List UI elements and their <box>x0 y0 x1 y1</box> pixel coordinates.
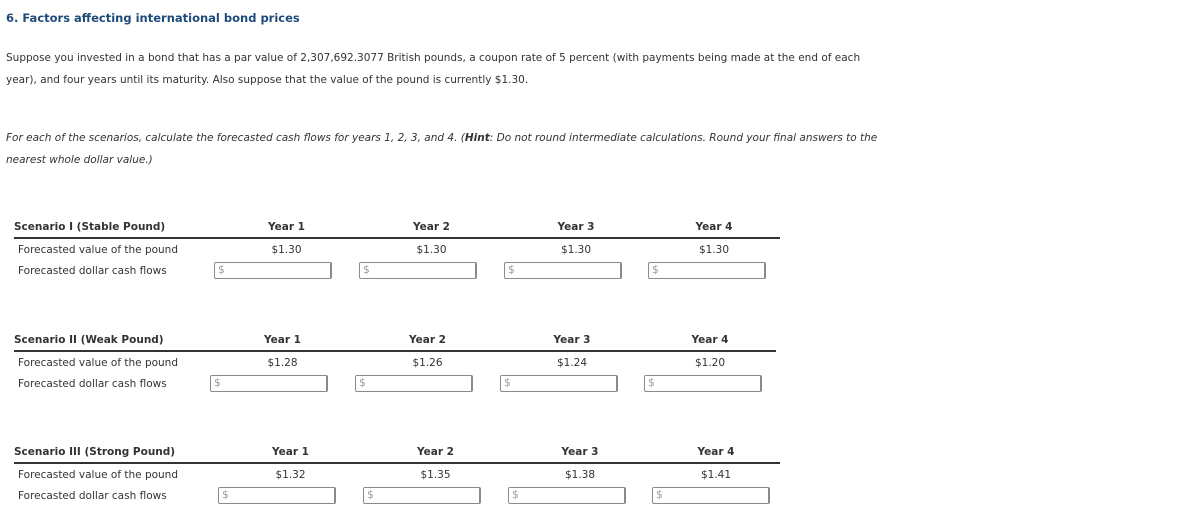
cash-flow-input-box[interactable]: $ <box>500 375 618 392</box>
cash-flow-cell: $ <box>648 260 780 281</box>
cash-flow-cell: $ <box>210 373 355 394</box>
cash-flow-cell: $ <box>500 373 644 394</box>
dollar-sign-icon: $ <box>504 377 511 389</box>
year-header: Year 4 <box>652 445 780 464</box>
dollar-sign-icon: $ <box>652 264 659 276</box>
scenario2-year3-cash-flow-input[interactable] <box>513 376 613 391</box>
cash-flow-input-box[interactable]: $ <box>355 375 473 392</box>
dollar-sign-icon: $ <box>648 377 655 389</box>
row-label-pound-value: Forecasted value of the pound <box>18 468 179 481</box>
dollar-sign-icon: $ <box>656 489 663 501</box>
pound-value: $1.30 <box>271 243 302 256</box>
pound-value: $1.24 <box>556 356 588 369</box>
scenario3-year2-cash-flow-input[interactable] <box>376 488 476 503</box>
row-label-cash-flows: Forecasted dollar cash flows <box>18 489 167 502</box>
year-header: Year 1 <box>214 220 359 239</box>
year-header: Year 3 <box>508 445 652 464</box>
scenario-title: Scenario II (Weak Pound) <box>14 333 210 352</box>
scenario2-year2-cash-flow-input[interactable] <box>368 376 468 391</box>
cash-flow-cell: $ <box>508 485 652 506</box>
question-intro: Suppose you invested in a bond that has … <box>6 52 861 86</box>
scenario2-year1-cash-flow-input[interactable] <box>223 376 323 391</box>
cash-flow-input-box[interactable]: $ <box>210 375 328 392</box>
scenario3-year3-cash-flow-input[interactable] <box>521 488 621 503</box>
scenario-header-row: Scenario I (Stable Pound) Year 1 Year 2 … <box>14 220 780 239</box>
scenario2-year4-cash-flow-input[interactable] <box>657 376 757 391</box>
pound-value: $1.30 <box>698 243 730 256</box>
pound-value-row: Forecasted value of the pound $1.32 $1.3… <box>14 463 780 485</box>
pound-value-row: Forecasted value of the pound $1.30 $1.3… <box>14 238 780 260</box>
dollar-sign-icon: $ <box>222 489 229 501</box>
year-header: Year 3 <box>500 333 644 352</box>
pound-value-row: Forecasted value of the pound $1.28 $1.2… <box>14 351 776 373</box>
cash-flow-input-box[interactable]: $ <box>218 487 336 504</box>
year-header: Year 1 <box>218 445 363 464</box>
cash-flow-cell: $ <box>644 373 776 394</box>
cash-flow-row: Forecasted dollar cash flows $ $ $ $ <box>14 260 780 281</box>
cash-flow-input-box[interactable]: $ <box>359 262 477 279</box>
dollar-sign-icon: $ <box>359 377 366 389</box>
cash-flow-cell: $ <box>504 260 648 281</box>
dollar-sign-icon: $ <box>214 377 221 389</box>
cash-flow-cell: $ <box>363 485 508 506</box>
scenario1-year1-cash-flow-input[interactable] <box>227 263 327 278</box>
cash-flow-cell: $ <box>359 260 504 281</box>
dollar-sign-icon: $ <box>218 264 225 276</box>
cash-flow-input-box[interactable]: $ <box>214 262 332 279</box>
year-header: Year 1 <box>210 333 355 352</box>
pound-value: $1.41 <box>700 468 732 481</box>
question-instructions: For each of the scenarios, calculate the… <box>6 127 886 171</box>
scenario1-year3-cash-flow-input[interactable] <box>517 263 617 278</box>
row-label-pound-value: Forecasted value of the pound <box>18 243 179 256</box>
scenario3-year4-cash-flow-input[interactable] <box>665 488 765 503</box>
pound-value: $1.30 <box>416 243 447 256</box>
scenario-table-weak: Scenario II (Weak Pound) Year 1 Year 2 Y… <box>14 333 776 394</box>
pound-value: $1.26 <box>412 356 443 369</box>
dollar-sign-icon: $ <box>367 489 374 501</box>
cash-flow-row: Forecasted dollar cash flows $ $ $ $ <box>14 373 776 394</box>
dollar-sign-icon: $ <box>508 264 515 276</box>
cash-flow-cell: $ <box>214 260 359 281</box>
row-label-cash-flows: Forecasted dollar cash flows <box>18 264 167 277</box>
year-header: Year 2 <box>359 220 504 239</box>
scenario1-year4-cash-flow-input[interactable] <box>661 263 761 278</box>
scenario-table-strong: Scenario III (Strong Pound) Year 1 Year … <box>14 445 780 506</box>
scenario-table-stable: Scenario I (Stable Pound) Year 1 Year 2 … <box>14 220 780 281</box>
cash-flow-input-box[interactable]: $ <box>652 487 770 504</box>
scenario-header-row: Scenario III (Strong Pound) Year 1 Year … <box>14 445 780 464</box>
pound-value: $1.32 <box>275 468 306 481</box>
year-header: Year 3 <box>504 220 648 239</box>
dollar-sign-icon: $ <box>512 489 519 501</box>
row-label-cash-flows: Forecasted dollar cash flows <box>18 377 167 390</box>
hint-label: Hint <box>464 132 490 144</box>
year-header: Year 2 <box>363 445 508 464</box>
cash-flow-input-box[interactable]: $ <box>648 262 766 279</box>
pound-value: $1.35 <box>420 468 451 481</box>
year-header: Year 2 <box>355 333 500 352</box>
scenario-title: Scenario I (Stable Pound) <box>14 220 214 239</box>
dollar-sign-icon: $ <box>363 264 370 276</box>
cash-flow-cell: $ <box>355 373 500 394</box>
question-title: 6. Factors affecting international bond … <box>6 11 300 25</box>
cash-flow-cell: $ <box>652 485 780 506</box>
scenario-header-row: Scenario II (Weak Pound) Year 1 Year 2 Y… <box>14 333 776 352</box>
cash-flow-cell: $ <box>218 485 363 506</box>
scenario3-year1-cash-flow-input[interactable] <box>231 488 331 503</box>
row-label-pound-value: Forecasted value of the pound <box>18 356 179 369</box>
scenario1-year2-cash-flow-input[interactable] <box>372 263 472 278</box>
pound-value: $1.38 <box>564 468 596 481</box>
cash-flow-input-box[interactable]: $ <box>504 262 622 279</box>
year-header: Year 4 <box>644 333 776 352</box>
pound-value: $1.30 <box>560 243 592 256</box>
cash-flow-input-box[interactable]: $ <box>644 375 762 392</box>
pound-value: $1.28 <box>267 356 298 369</box>
cash-flow-input-box[interactable]: $ <box>508 487 626 504</box>
scenario-title: Scenario III (Strong Pound) <box>14 445 218 464</box>
cash-flow-row: Forecasted dollar cash flows $ $ $ $ <box>14 485 780 506</box>
pound-value: $1.20 <box>694 356 726 369</box>
cash-flow-input-box[interactable]: $ <box>363 487 481 504</box>
instructions-text: For each of the scenarios, calculate the… <box>6 132 465 144</box>
year-header: Year 4 <box>648 220 780 239</box>
